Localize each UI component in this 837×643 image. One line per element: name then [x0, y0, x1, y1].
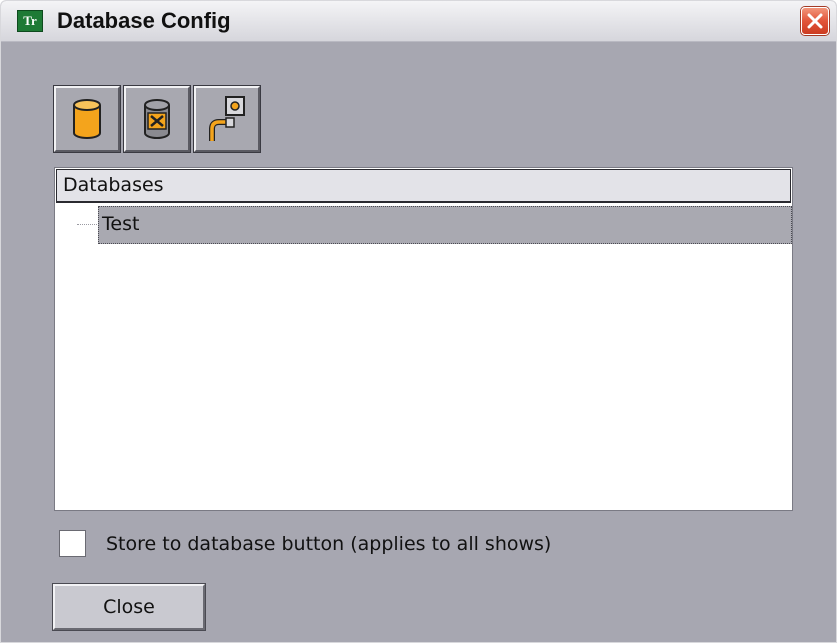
tree-item-test[interactable]: Test	[98, 206, 792, 244]
connect-database-button[interactable]	[193, 85, 261, 153]
tree-connector-line	[77, 224, 97, 225]
close-icon	[807, 13, 823, 29]
databases-tree[interactable]: Databases Test	[54, 167, 793, 511]
add-database-button[interactable]	[53, 85, 121, 153]
app-icon: Tr	[17, 10, 43, 32]
close-window-button[interactable]	[801, 7, 829, 35]
tree-column-header[interactable]: Databases	[56, 169, 791, 203]
database-config-window: Tr Database Config Databases Test Store …	[0, 0, 837, 643]
delete-database-button[interactable]	[123, 85, 191, 153]
plug-connect-icon	[209, 96, 245, 141]
store-button-label[interactable]: Store to database button (applies to all…	[106, 530, 551, 558]
database-icon	[73, 99, 101, 139]
store-button-checkbox[interactable]	[59, 530, 86, 557]
title-bar[interactable]: Tr Database Config	[1, 1, 836, 42]
close-button[interactable]: Close	[52, 583, 206, 631]
database-delete-icon	[144, 99, 170, 139]
window-title: Database Config	[57, 8, 231, 33]
